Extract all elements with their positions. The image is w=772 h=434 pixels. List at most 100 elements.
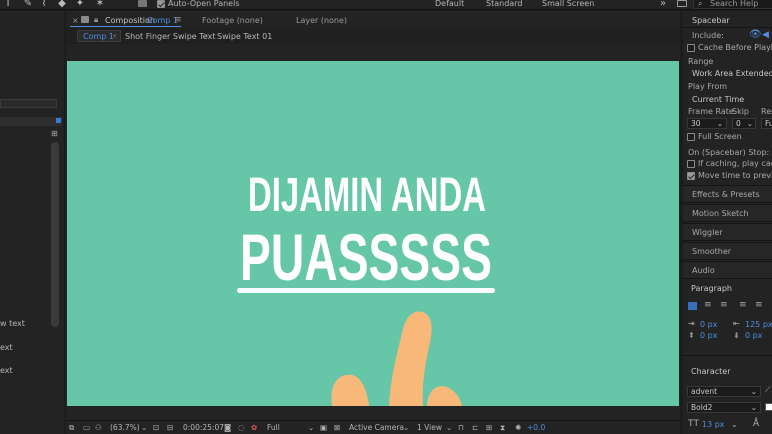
workspace-default[interactable]: Default (435, 0, 464, 8)
region-of-interest-icon[interactable]: ▣ (320, 423, 327, 432)
fill-color-swatch[interactable] (765, 403, 772, 411)
range-label: Range (688, 57, 714, 66)
resolution-field[interactable]: Fu (761, 118, 772, 129)
search-help-field[interactable]: ⌕ Search Help (693, 0, 772, 9)
search-icon: ⌕ (698, 0, 703, 8)
lock-icon[interactable]: 🔒︎ (94, 15, 98, 25)
frame-rate-field[interactable]: 30 ⌄ (687, 118, 727, 129)
display-icon[interactable] (677, 0, 687, 7)
project-search-field[interactable] (0, 99, 57, 108)
play-from-dropdown[interactable]: Current Time (692, 95, 744, 104)
timecode[interactable]: 0:00:25:07 (183, 423, 224, 432)
align-center-icon[interactable]: ≡ (704, 300, 712, 310)
workspace-small-screen[interactable]: Small Screen (542, 0, 594, 8)
finger-hand (331, 311, 462, 406)
sort-indicator-icon (56, 118, 61, 123)
mask-visibility-icon[interactable]: ⚇ (95, 423, 102, 432)
always-preview-icon[interactable]: ⧉ (69, 423, 74, 433)
font-size-value[interactable]: 13 px (702, 420, 725, 429)
stop-label: On (Spacebar) Stop: (688, 148, 770, 157)
space-after-value[interactable]: 0 px (745, 331, 762, 340)
text-tool-icon[interactable]: T (2, 0, 14, 9)
puppet-tool-icon[interactable]: ✶ (94, 0, 106, 9)
flowchart-icon[interactable]: ⧗ (500, 423, 505, 433)
justify-all-icon[interactable]: ≡ (755, 300, 763, 310)
flowchart-icon[interactable]: ⊞ (51, 130, 60, 138)
breadcrumb-item[interactable]: Shot Finger Swipe Text (125, 32, 215, 41)
font-family-dropdown[interactable]: advent ⌄ (687, 386, 761, 397)
footage-tab[interactable]: Footage (none) (202, 16, 263, 25)
audio-section[interactable]: Audio (683, 261, 772, 279)
brush-tool-icon[interactable]: ⌇ (38, 0, 50, 9)
camera-dropdown[interactable]: Active Camera (349, 423, 404, 432)
breadcrumb-separator-icon: ‹ (205, 31, 209, 40)
space-before-icon: ⇞ (688, 331, 695, 340)
leading-icon: Å (753, 419, 760, 429)
cache-before-playback-checkbox[interactable] (687, 44, 695, 52)
display-icon[interactable]: ▭ (83, 423, 90, 432)
layer-tab[interactable]: Layer (none) (296, 16, 347, 25)
project-panel: ⊞ w text ext ext (0, 11, 64, 434)
smoother-section[interactable]: Smoother (683, 242, 772, 260)
video-include-icon[interactable]: 👁︎ (749, 29, 762, 40)
region-icon[interactable]: ⊟ (167, 423, 173, 432)
resolution-dropdown[interactable]: Full (267, 423, 280, 432)
headline-line2: PUASSSSS (240, 220, 492, 294)
auto-open-panels-checkbox[interactable] (157, 0, 165, 8)
justify-last-left-icon[interactable]: ≡ (739, 300, 747, 310)
active-tab-underline (70, 26, 181, 27)
workspace-overflow-button[interactable]: » (660, 0, 666, 9)
move-time-checkbox[interactable] (687, 172, 695, 180)
view-layout-dropdown[interactable]: 1 View (417, 423, 442, 432)
space-before-value[interactable]: 0 px (700, 331, 717, 340)
align-right-icon[interactable]: ≡ (720, 300, 728, 310)
indent-left-value[interactable]: 0 px (700, 320, 717, 329)
resolution-label: Res (761, 107, 772, 116)
wiggler-section[interactable]: Wiggler (683, 223, 772, 241)
indent-first-line-icon: ⇤ (733, 319, 740, 328)
project-item[interactable]: w text (0, 319, 25, 328)
motion-sketch-section[interactable]: Motion Sketch (683, 204, 772, 222)
zoom-dropdown[interactable]: (63.7%) (110, 423, 140, 432)
pen-tool-icon[interactable]: ✎ (22, 0, 34, 9)
auto-open-panels-label: Auto-Open Panels (168, 0, 240, 8)
viewer-footer: ⧉ ▭ ⚇ (63.7%) ⌄ ⊡ ⊟ 0:00:25:07 ◙ ◌ ✿ Ful… (66, 420, 680, 434)
exposure-icon[interactable]: ✺ (515, 423, 521, 432)
timeline-icon[interactable]: ⊞ (486, 423, 492, 432)
project-scrollbar[interactable] (51, 142, 59, 327)
panel-menu-icon[interactable]: ≡ (174, 15, 182, 25)
breadcrumb-item[interactable]: Swipe Text 01 (217, 32, 272, 41)
space-after-icon: ⇟ (733, 331, 740, 340)
toggle-pixel-aspect-icon[interactable]: ⊓ (458, 423, 464, 432)
exposure-value[interactable]: +0.0 (527, 423, 545, 432)
if-caching-label: If caching, play cached fr (698, 159, 772, 168)
align-left-icon[interactable] (688, 302, 697, 310)
search-help-placeholder: Search Help (710, 0, 759, 8)
indent-first-line-value[interactable]: 125 px (745, 320, 772, 329)
fast-previews-icon[interactable]: ⊏ (472, 423, 478, 432)
full-screen-checkbox[interactable] (687, 133, 695, 141)
workspace-standard[interactable]: Standard (486, 0, 522, 8)
effects-presets-section[interactable]: Effects & Presets (683, 185, 772, 203)
project-item[interactable]: ext (0, 366, 13, 375)
headline-underline (237, 288, 495, 293)
composition-viewer[interactable]: DIJAMIN ANDA PUASSSSS (67, 61, 679, 406)
cache-before-playback-label: Cache Before Playback (698, 43, 772, 52)
if-caching-checkbox[interactable] (687, 160, 695, 168)
chevron-down-icon: ⌄ (731, 420, 738, 429)
audio-include-icon[interactable]: ◀ (762, 30, 769, 40)
eraser-tool-icon[interactable]: ◆ (56, 0, 68, 9)
font-style-dropdown[interactable]: Bold2 ⌄ (687, 402, 761, 413)
project-item[interactable]: ext (0, 343, 13, 352)
roto-brush-icon[interactable]: ✦ (74, 0, 86, 9)
grid-icon[interactable]: ⊡ (153, 423, 159, 432)
show-snapshot-icon[interactable]: ◌ (238, 423, 245, 432)
channel-icon[interactable]: ✿ (251, 423, 257, 432)
skip-field[interactable]: 0 ⌄ (732, 118, 756, 129)
camera-snapshot-icon[interactable]: ◙ (224, 423, 231, 432)
range-dropdown[interactable]: Work Area Extended By Cu (692, 69, 772, 78)
transparency-grid-icon[interactable]: ⊠ (334, 423, 340, 432)
eyedropper-icon[interactable]: ⟋ (765, 385, 771, 395)
snapping-icon[interactable] (138, 0, 147, 7)
close-panel-icon[interactable]: × (72, 16, 79, 25)
